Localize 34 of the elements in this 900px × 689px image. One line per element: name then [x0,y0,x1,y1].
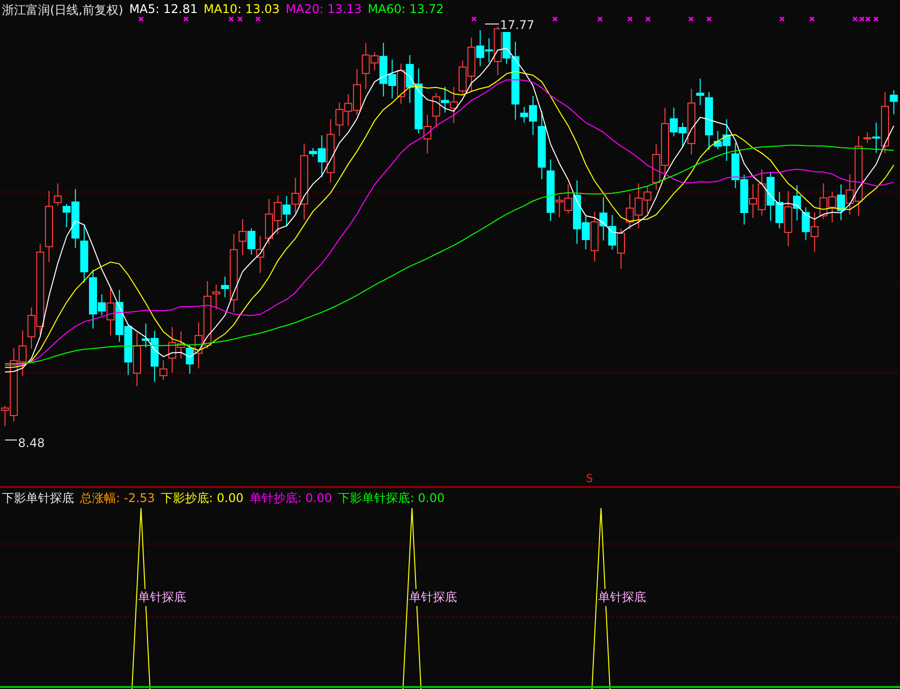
signal-mark: S [586,472,593,485]
cross-mark-icon [779,16,785,22]
signal-label: 单针探底 [138,589,186,606]
indicator-value: 总涨幅: -2.53 [80,490,155,507]
cross-mark-icon [138,16,144,22]
signal-label: 单针探底 [598,589,646,606]
indicator-title: 下影单针探底 [2,490,74,507]
cross-mark-icon [809,16,815,22]
indicator-value: 下影抄底: 0.00 [160,490,244,507]
signal-spike-icon [592,508,610,689]
cross-mark-icon [552,16,558,22]
cross-mark-icon [237,16,243,22]
indicator-value: MA5: 12.81 [129,2,198,18]
high-price-label: 17.77 [500,18,534,32]
indicator-value: MA10: 13.03 [204,2,280,18]
low-price-label: 8.48 [18,436,45,450]
cross-mark-icon [255,16,261,22]
cross-mark-icon [597,16,603,22]
cross-mark-icon [627,16,633,22]
indicator-value: 下影单针探底: 0.00 [338,490,445,507]
indicator-value: MA20: 13.13 [286,2,362,18]
signal-spike-icon [402,508,422,689]
cross-mark-icon [873,16,879,22]
indicator-value: 单针抄底: 0.00 [249,490,332,507]
indicator-value: MA60: 13.72 [368,2,444,18]
cross-mark-icon [471,16,477,22]
cross-mark-icon [706,16,712,22]
stock-title: 浙江富润(日线,前复权) [2,2,124,19]
signal-label: 单针探底 [409,589,457,606]
cross-mark-icon [183,16,189,22]
signal-spike-icon [132,508,150,689]
cross-mark-icon [688,16,694,22]
cross-mark-icon [228,16,234,22]
cross-mark-icon [645,16,651,22]
